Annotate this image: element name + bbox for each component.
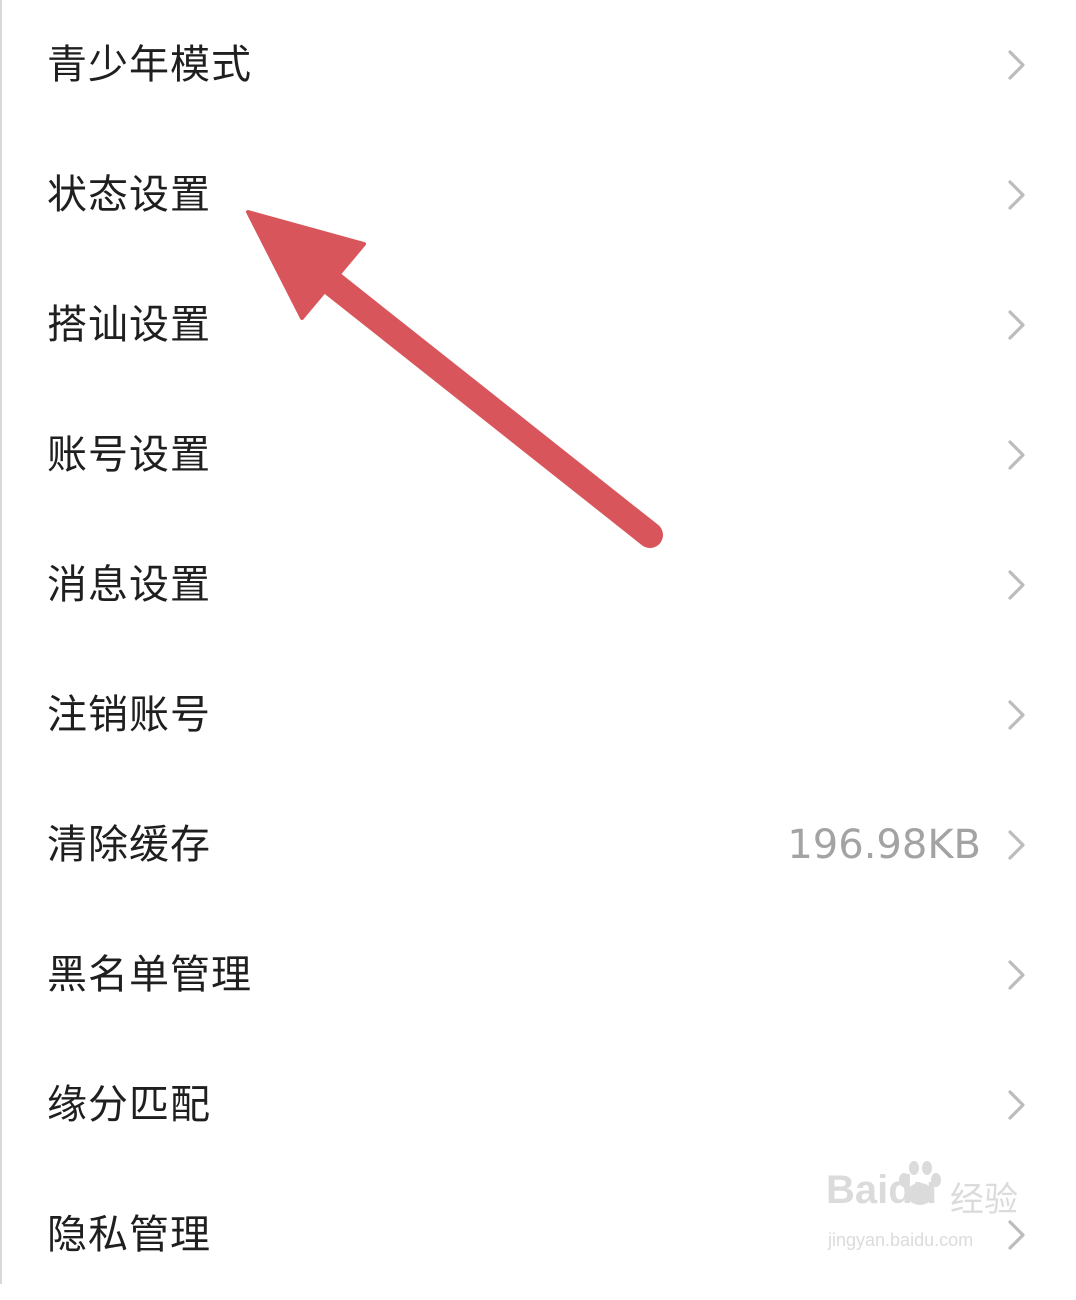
settings-item-greeting[interactable]: 搭讪设置 [0,260,1076,390]
chevron-right-icon [1008,700,1025,730]
chevron-right-icon [1008,570,1025,600]
settings-item-blacklist[interactable]: 黑名单管理 [0,910,1076,1040]
chevron-right-icon [1008,440,1025,470]
settings-item-label: 消息设置 [47,562,211,608]
settings-item-label: 账号设置 [47,432,211,478]
settings-item-label: 缘分匹配 [47,1082,211,1128]
settings-item-label: 隐私管理 [47,1212,211,1258]
chevron-right-icon [1008,310,1025,340]
settings-item-label: 搭讪设置 [47,302,211,348]
settings-item-label: 黑名单管理 [47,952,252,998]
chevron-right-icon [1008,50,1025,80]
settings-item-label: 清除缓存 [47,822,211,868]
settings-item-status[interactable]: 状态设置 [0,130,1076,260]
settings-item-clear-cache[interactable]: 清除缓存 196.98KB [0,780,1076,910]
baidu-jingyan-watermark: Baidu 经验 jingyan.baidu.com [826,1161,1026,1264]
watermark-url: jingyan.baidu.com [828,1230,974,1250]
baidu-paw-icon [899,1161,941,1205]
settings-item-youth-mode[interactable]: 青少年模式 [0,0,1076,130]
settings-item-deactivate-account[interactable]: 注销账号 [0,650,1076,780]
chevron-right-icon [1008,830,1025,860]
settings-item-match[interactable]: 缘分匹配 [0,1040,1076,1170]
settings-list: 青少年模式 状态设置 搭讪设置 账号设置 消息设置 注销账号 清除缓存 196.… [0,0,1076,1284]
settings-item-message[interactable]: 消息设置 [0,520,1076,650]
chevron-right-icon [1008,1090,1025,1120]
cache-size-value: 196.98KB [787,822,981,868]
chevron-right-icon [1008,180,1025,210]
settings-item-account[interactable]: 账号设置 [0,390,1076,520]
settings-item-label: 青少年模式 [47,42,252,88]
settings-item-label: 注销账号 [47,692,211,738]
watermark-product: 经验 [950,1180,1018,1220]
settings-item-label: 状态设置 [47,172,211,218]
chevron-right-icon [1008,960,1025,990]
